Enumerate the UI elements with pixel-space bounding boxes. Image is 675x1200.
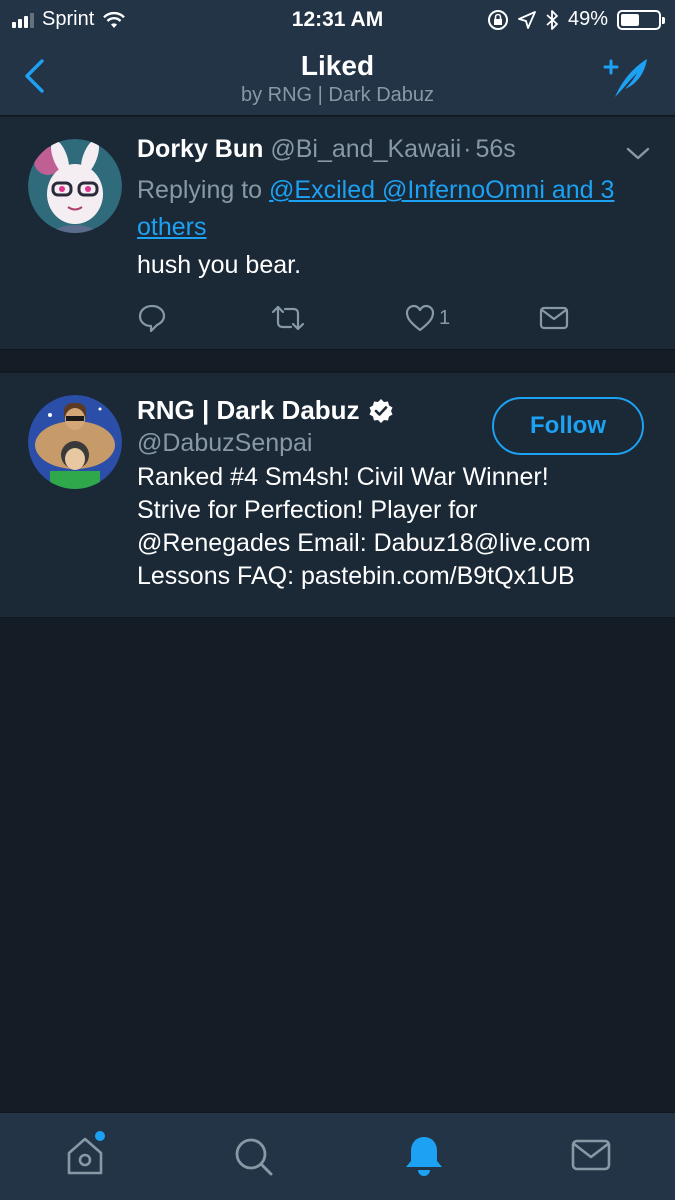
tweet-actions: 1 [137, 302, 577, 334]
battery-icon [617, 9, 665, 30]
heart-icon [405, 304, 435, 332]
compose-tweet-icon[interactable] [601, 55, 649, 99]
bio-line: Ranked #4 Sm4sh! Civil War Winner! [137, 463, 549, 491]
author-handle[interactable]: @Bi_and_Kawaii [270, 135, 461, 163]
status-bar: Sprint 12:31 AM 49% [0, 0, 675, 38]
dabuz-avatar-icon [28, 395, 122, 489]
reply-button[interactable] [137, 302, 167, 334]
chevron-down-icon[interactable] [625, 143, 651, 163]
page-subtitle: by RNG | Dark Dabuz [240, 84, 435, 106]
user-handle: @DabuzSenpai [137, 429, 313, 457]
bio-line: Lessons FAQ: pastebin.com/B9tQx1UB [137, 562, 575, 590]
tweet-header: Dorky Bun @Bi_and_Kawaii· 56s [137, 135, 516, 164]
location-arrow-icon [518, 10, 536, 29]
tweet-time: 56s [475, 135, 516, 163]
user-name-text: RNG | Dark Dabuz [137, 395, 360, 425]
liked-tweet[interactable]: Dorky Bun @Bi_and_Kawaii· 56s Replying to… [0, 117, 675, 350]
user-card[interactable]: RNG | Dark Dabuz @DabuzSenpai Follow Ran… [0, 373, 675, 618]
tab-notifications[interactable] [402, 1133, 446, 1179]
tab-home[interactable] [63, 1131, 107, 1179]
avatar[interactable] [28, 139, 122, 233]
bio-line: @Renegades Email: Dabuz18@live.com [137, 529, 591, 557]
top-header: Sprint 12:31 AM 49% Liked by RNG | Dark … [0, 0, 675, 116]
rotation-lock-icon [487, 9, 508, 30]
retweet-button[interactable] [271, 302, 305, 334]
retweet-icon [271, 305, 305, 331]
page-title: Liked [300, 50, 375, 81]
like-count: 1 [439, 306, 451, 329]
tab-messages[interactable] [569, 1133, 613, 1179]
search-icon [235, 1138, 273, 1176]
avatar[interactable] [28, 395, 122, 489]
status-right: 49% [487, 8, 665, 31]
author-name[interactable]: Dorky Bun [137, 135, 263, 163]
follow-button[interactable]: Follow [492, 397, 644, 455]
direct-message-button[interactable] [539, 302, 569, 334]
verified-badge-icon [369, 398, 393, 423]
messages-envelope-icon [571, 1139, 611, 1171]
bottom-tab-bar [0, 1112, 675, 1200]
notifications-bell-icon [406, 1137, 442, 1176]
battery-percent: 49% [567, 8, 608, 30]
bio-line: Strive for Perfection! Player for [137, 496, 478, 524]
envelope-icon [539, 306, 569, 330]
home-unread-dot [95, 1131, 105, 1141]
user-display-name[interactable]: RNG | Dark Dabuz [137, 395, 394, 426]
tab-search[interactable] [232, 1133, 276, 1179]
replying-to: Replying to @Exciled @InfernoOmni and 3 … [137, 172, 657, 246]
bunny-avatar-icon [28, 139, 122, 233]
user-bio: Ranked #4 Sm4sh! Civil War Winner! Striv… [137, 461, 657, 593]
bluetooth-icon [546, 9, 558, 30]
section-gap [0, 351, 675, 372]
reply-icon [138, 304, 166, 333]
replying-prefix: Replying to [137, 176, 263, 204]
tweet-text: hush you bear. [137, 251, 302, 279]
separator-dot: · [463, 135, 472, 163]
like-button[interactable]: 1 [405, 302, 450, 334]
